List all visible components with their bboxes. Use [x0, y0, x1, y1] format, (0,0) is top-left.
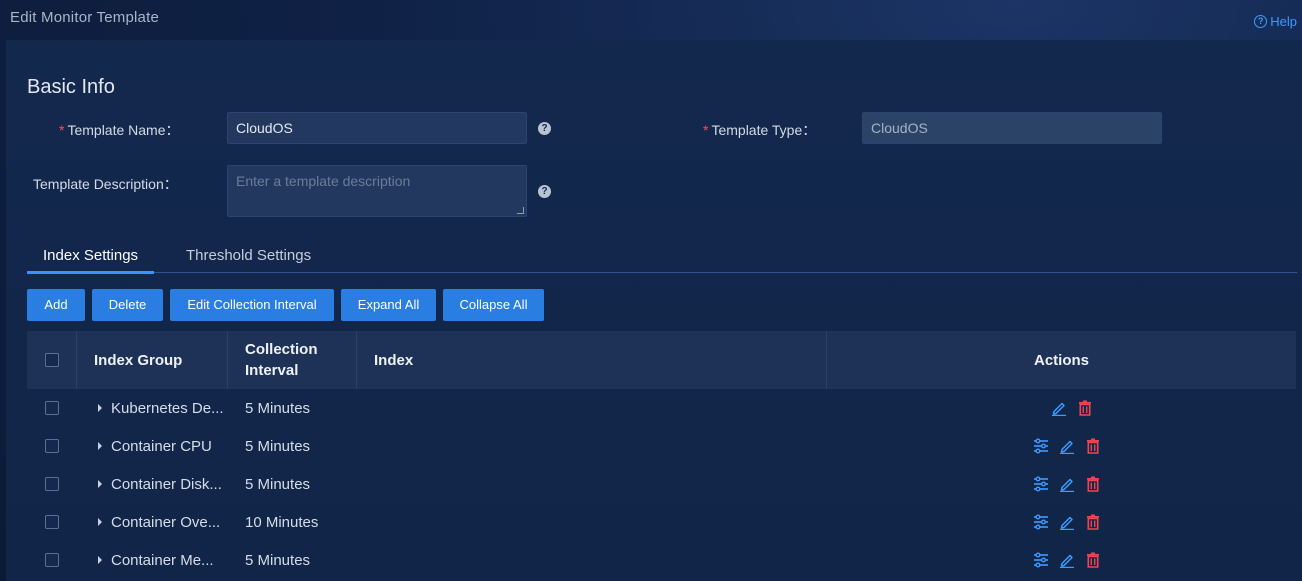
- required-mark: *: [703, 122, 709, 138]
- delete-icon[interactable]: [1075, 389, 1095, 427]
- delete-icon[interactable]: [1083, 427, 1103, 465]
- collapse-all-button[interactable]: Collapse All: [443, 289, 544, 321]
- index-cell: [374, 465, 824, 503]
- content-panel: Basic Info * Template Name： CloudOS ? * Te…: [6, 40, 1302, 581]
- index-group-cell: Container Me...: [98, 541, 228, 579]
- index-group-cell: Container CPU: [98, 427, 228, 465]
- header-select-cell: [27, 331, 77, 389]
- template-description-label: Template Description：: [33, 176, 178, 192]
- index-cell: [374, 541, 824, 579]
- tab-index-settings[interactable]: Index Settings: [43, 247, 138, 264]
- template-description-textarea[interactable]: Enter a template description: [227, 165, 527, 217]
- index-cell: [374, 427, 824, 465]
- template-type-input[interactable]: CloudOS: [862, 112, 1162, 144]
- basic-info-title: Basic Info: [27, 76, 115, 98]
- expand-caret-icon[interactable]: [98, 442, 102, 450]
- tab-threshold-settings[interactable]: Threshold Settings: [186, 247, 311, 264]
- header-collection-interval[interactable]: Collection Interval: [228, 331, 357, 389]
- header-actions: Actions: [1033, 351, 1089, 369]
- expand-all-button[interactable]: Expand All: [341, 289, 436, 321]
- row-checkbox[interactable]: [45, 515, 59, 529]
- edit-collection-interval-button[interactable]: Edit Collection Interval: [170, 289, 334, 321]
- active-tab-indicator: [27, 271, 154, 274]
- template-name-help-icon[interactable]: ?: [538, 122, 551, 135]
- table-row: Container Disk... 5 Minutes: [27, 465, 1296, 503]
- collection-interval-cell: 5 Minutes: [245, 551, 311, 569]
- index-group-name: Kubernetes De...: [111, 399, 224, 417]
- settings-icon[interactable]: [1031, 427, 1051, 465]
- index-group-name: Container CPU: [111, 437, 212, 455]
- help-icon: ?: [1254, 15, 1268, 28]
- table-row: Container Me... 5 Minutes: [27, 541, 1296, 579]
- edit-icon[interactable]: [1057, 427, 1077, 465]
- index-cell: [374, 503, 824, 541]
- index-group-name: Container Ove...: [111, 513, 221, 531]
- expand-caret-icon[interactable]: [98, 556, 102, 564]
- help-label: Help: [1270, 14, 1297, 29]
- required-mark: *: [59, 122, 65, 138]
- collection-interval-cell: 10 Minutes: [245, 513, 319, 531]
- collection-interval-cell: 5 Minutes: [245, 437, 311, 455]
- edit-monitor-template-page: Edit Monitor Template ? Help Basic Info …: [0, 0, 1302, 581]
- edit-icon[interactable]: [1057, 503, 1077, 541]
- help-link[interactable]: ? Help: [1254, 14, 1297, 29]
- description-placeholder: Enter a template description: [236, 173, 411, 189]
- index-cell: [374, 389, 824, 427]
- index-table: Index Group Collection Interval Index Ac…: [27, 331, 1296, 581]
- template-name-label: * Template Name：: [59, 122, 180, 138]
- row-checkbox[interactable]: [45, 439, 59, 453]
- window-title: Edit Monitor Template: [10, 9, 159, 26]
- index-group-cell: Container Ove...: [98, 503, 228, 541]
- expand-caret-icon[interactable]: [98, 518, 102, 526]
- delete-icon[interactable]: [1083, 503, 1103, 541]
- resize-grip-icon[interactable]: [517, 207, 524, 214]
- select-all-checkbox[interactable]: [44, 353, 59, 367]
- table-row: Kubernetes De... 5 Minutes: [27, 389, 1296, 427]
- expand-caret-icon[interactable]: [98, 480, 102, 488]
- delete-button[interactable]: Delete: [92, 289, 163, 321]
- delete-icon[interactable]: [1083, 541, 1103, 579]
- row-checkbox[interactable]: [45, 553, 59, 567]
- settings-icon[interactable]: [1031, 465, 1051, 503]
- index-group-name: Container Disk...: [111, 475, 222, 493]
- settings-icon[interactable]: [1031, 541, 1051, 579]
- index-group-cell: Kubernetes De...: [98, 389, 228, 427]
- settings-icon[interactable]: [1031, 503, 1051, 541]
- settings-tabs: Index Settings Threshold Settings: [27, 240, 1297, 274]
- edit-icon[interactable]: [1057, 465, 1077, 503]
- table-header: Index Group Collection Interval Index Ac…: [27, 331, 1296, 389]
- header-index-group[interactable]: Index Group: [77, 331, 228, 389]
- template-type-label: * Template Type：: [703, 122, 817, 138]
- expand-caret-icon[interactable]: [98, 404, 102, 412]
- table-row: Container Ove... 10 Minutes: [27, 503, 1296, 541]
- header-index[interactable]: Index: [357, 331, 827, 389]
- template-name-input[interactable]: CloudOS: [227, 112, 527, 144]
- index-group-name: Container Me...: [111, 551, 214, 569]
- template-description-help-icon[interactable]: ?: [538, 185, 551, 198]
- collection-interval-cell: 5 Minutes: [245, 475, 311, 493]
- delete-icon[interactable]: [1083, 465, 1103, 503]
- edit-icon[interactable]: [1057, 541, 1077, 579]
- row-checkbox[interactable]: [45, 477, 59, 491]
- table-row: Container CPU 5 Minutes: [27, 427, 1296, 465]
- add-button[interactable]: Add: [27, 289, 85, 321]
- collection-interval-cell: 5 Minutes: [245, 399, 311, 417]
- row-checkbox[interactable]: [45, 401, 59, 415]
- index-group-cell: Container Disk...: [98, 465, 228, 503]
- top-bar: Edit Monitor Template ? Help: [0, 0, 1302, 40]
- edit-icon[interactable]: [1049, 389, 1069, 427]
